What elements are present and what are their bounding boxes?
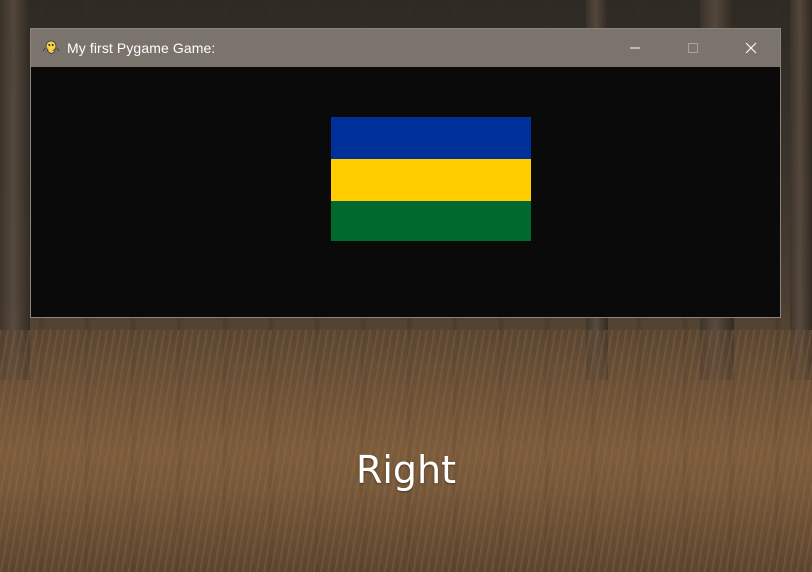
- blue-stripe: [331, 117, 531, 159]
- window-title: My first Pygame Game:: [67, 40, 216, 56]
- yellow-stripe: [331, 159, 531, 201]
- flag: [331, 117, 531, 241]
- maximize-icon: [688, 43, 698, 53]
- title-bar[interactable]: My first Pygame Game:: [31, 29, 780, 67]
- tree-trunk: [790, 0, 812, 380]
- maximize-button[interactable]: [664, 29, 722, 67]
- pygame-snake-icon: [41, 38, 61, 58]
- game-canvas[interactable]: [31, 67, 780, 317]
- close-icon: [745, 42, 757, 54]
- minimize-icon: [630, 47, 640, 49]
- window-controls: [606, 29, 780, 67]
- direction-caption: Right: [355, 448, 457, 492]
- pygame-window[interactable]: My first Pygame Game:: [30, 28, 781, 318]
- tree-trunk: [0, 0, 30, 380]
- close-button[interactable]: [722, 29, 780, 67]
- minimize-button[interactable]: [606, 29, 664, 67]
- green-stripe: [331, 201, 531, 241]
